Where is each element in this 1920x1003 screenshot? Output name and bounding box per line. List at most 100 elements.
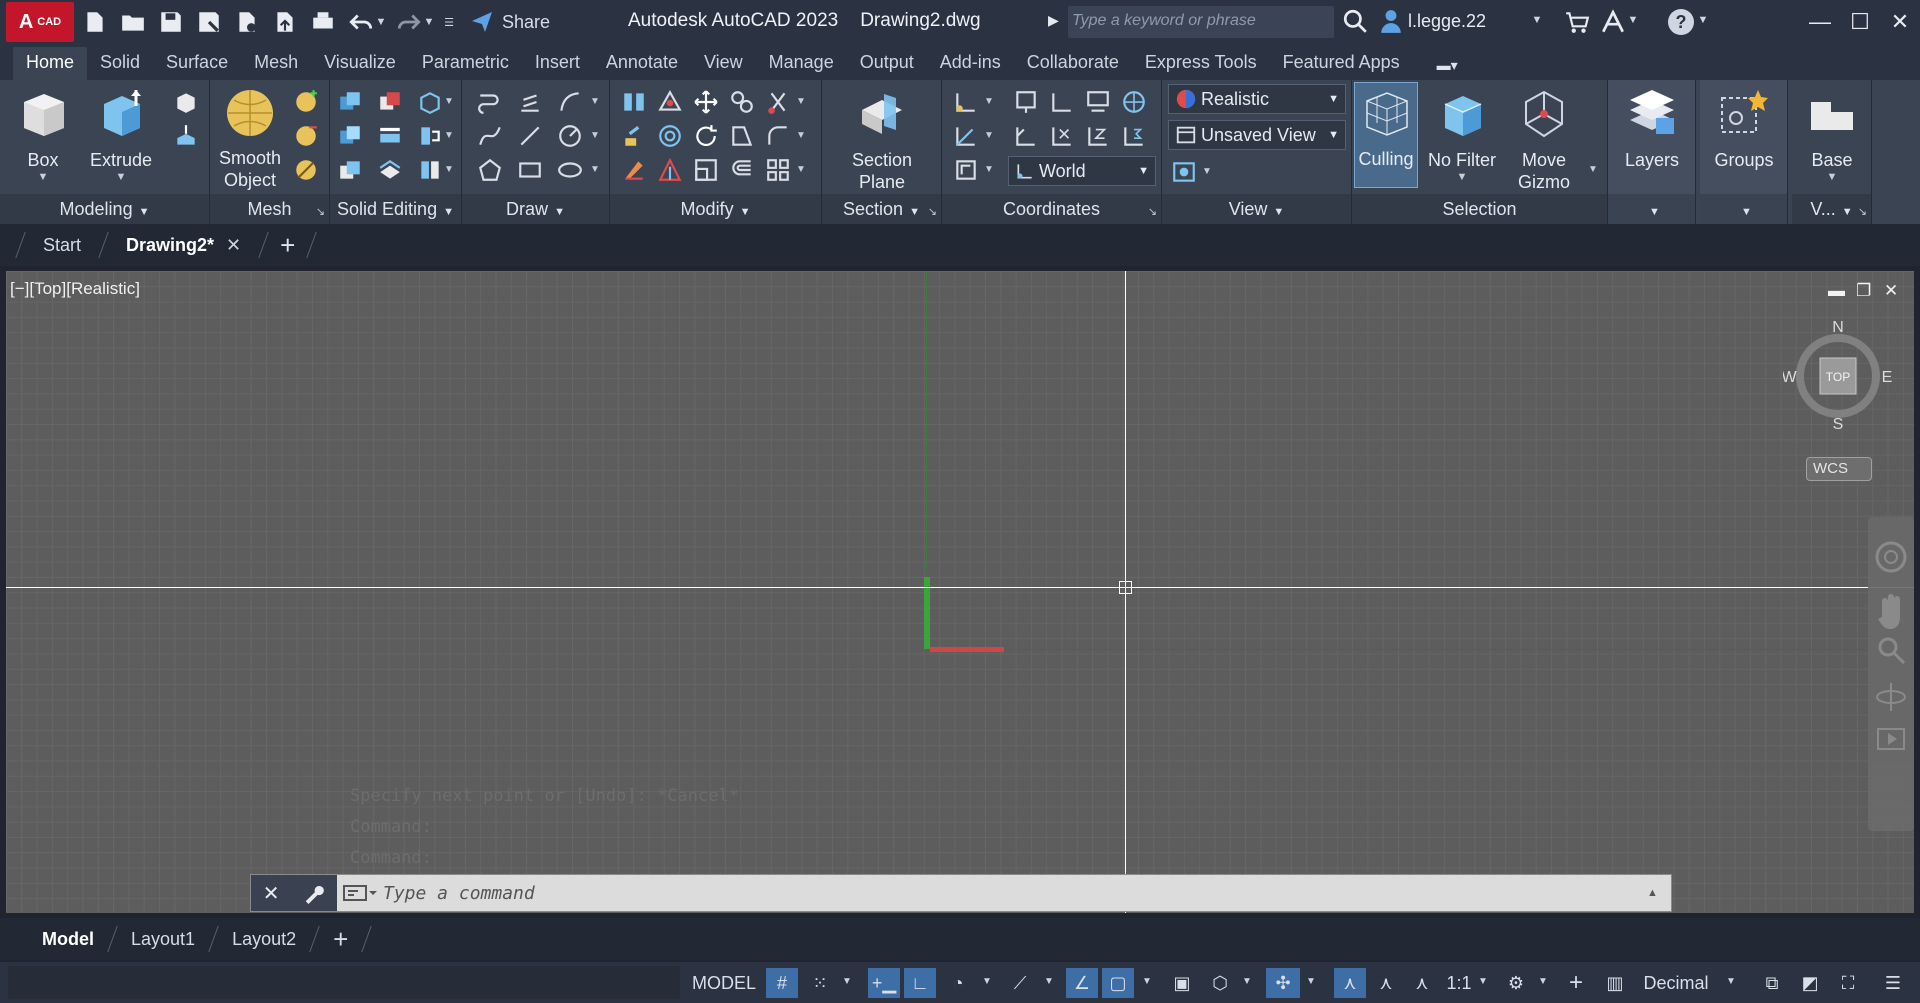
grid-icon[interactable]: # xyxy=(766,968,798,998)
save-web-icon[interactable] xyxy=(268,5,302,39)
gizmo-icon[interactable]: ✣ xyxy=(1266,968,1300,998)
tab-start[interactable]: Start xyxy=(21,224,103,266)
isometric-caret-icon[interactable]: ▼ xyxy=(1044,976,1054,987)
smooth-object-button[interactable]: Smooth Object xyxy=(212,88,288,191)
base-button[interactable]: Base ▼ xyxy=(1796,88,1868,183)
viewport-config-icon[interactable] xyxy=(1170,158,1198,186)
panel-title-modify[interactable]: Modify ▼ xyxy=(610,194,821,224)
move-gizmo-button[interactable]: Move Gizmo xyxy=(1506,88,1582,193)
polyline-icon[interactable] xyxy=(476,88,504,116)
ucs-face-caret-icon[interactable]: ▼ xyxy=(984,164,994,175)
object-snap-tracking-icon[interactable]: ∠ xyxy=(1066,968,1098,998)
culling-button[interactable]: Culling xyxy=(1354,82,1418,188)
panel-title-modeling[interactable]: Modeling ▼ xyxy=(0,194,209,224)
solid-edit-caret-1-icon[interactable]: ▼ xyxy=(444,96,454,107)
smooth-more-icon[interactable] xyxy=(292,88,320,116)
navigation-bar[interactable] xyxy=(1868,517,1914,831)
object-snap-caret-icon[interactable]: ▼ xyxy=(1142,976,1152,987)
tab-annotate[interactable]: Annotate xyxy=(593,47,691,80)
offset-icon[interactable] xyxy=(728,156,756,184)
copy-icon[interactable] xyxy=(728,88,756,116)
command-input[interactable]: Type a command xyxy=(377,883,1647,904)
separate-icon[interactable] xyxy=(416,156,444,184)
tab-manage[interactable]: Manage xyxy=(756,47,847,80)
refine-mesh-icon[interactable] xyxy=(292,156,320,184)
units-icon[interactable]: ▥ xyxy=(1604,968,1626,998)
section-plane-button[interactable]: Section Plane xyxy=(842,88,922,193)
close-tab-icon[interactable]: ✕ xyxy=(226,235,241,256)
close-window-icon[interactable]: ✕ xyxy=(1880,6,1920,38)
infer-constraints-icon[interactable]: +▁ xyxy=(868,968,900,998)
trim-icon[interactable] xyxy=(764,88,792,116)
share-button[interactable]: Share xyxy=(470,10,550,34)
help-caret-icon[interactable]: ▼ xyxy=(1696,14,1710,26)
section-launcher-icon[interactable]: ↘ xyxy=(928,205,937,218)
tab-surface[interactable]: Surface xyxy=(153,47,241,80)
help-icon[interactable]: ? xyxy=(1668,9,1694,35)
ortho-mode-icon[interactable]: ∟ xyxy=(904,968,936,998)
no-filter-caret-icon[interactable]: ▼ xyxy=(1424,171,1500,183)
selection-cycling-caret-icon[interactable]: ▼ xyxy=(1242,976,1252,987)
viewport-close-icon[interactable]: ✕ xyxy=(1884,281,1898,301)
auto-scale-icon[interactable]: ⋏ xyxy=(1370,968,1402,998)
base-caret-icon[interactable]: ▼ xyxy=(1796,171,1868,183)
layers-button[interactable]: Layers xyxy=(1614,88,1690,171)
circle-caret-icon[interactable]: ▼ xyxy=(590,130,600,141)
redo-icon[interactable] xyxy=(392,5,426,39)
thicken-icon[interactable] xyxy=(376,156,404,184)
panel-title-section[interactable]: Section ▼ xyxy=(822,194,941,224)
no-filter-button[interactable]: No Filter ▼ xyxy=(1424,88,1500,183)
orbit-icon[interactable] xyxy=(1876,683,1906,711)
save-as-icon[interactable] xyxy=(192,5,226,39)
box-caret-icon[interactable]: ▼ xyxy=(10,171,76,183)
viewport-config-caret-icon[interactable]: ▼ xyxy=(1202,166,1212,177)
customization-menu-icon[interactable]: ☰ xyxy=(1876,968,1910,998)
ucs-face-icon[interactable] xyxy=(952,156,980,184)
tab-parametric[interactable]: Parametric xyxy=(409,47,522,80)
new-layout-icon[interactable]: + xyxy=(315,924,366,955)
ucs-view-caret-icon[interactable]: ▼ xyxy=(984,130,994,141)
presspull-icon[interactable] xyxy=(172,88,200,116)
user-caret-icon[interactable]: ▼ xyxy=(1530,14,1544,26)
user-name[interactable]: l.legge.22 xyxy=(1408,11,1486,32)
workspace-gear-icon[interactable]: ⚙ xyxy=(1500,968,1532,998)
panel-title-coordinates[interactable]: Coordinates xyxy=(942,194,1161,224)
ribbon-minimize-icon[interactable]: ▬▾ xyxy=(1437,50,1458,80)
recent-commands-icon[interactable] xyxy=(343,883,377,903)
ucs-origin-icon[interactable] xyxy=(1048,88,1076,116)
save-icon[interactable] xyxy=(154,5,188,39)
tab-insert[interactable]: Insert xyxy=(522,47,593,80)
pan-hand-icon[interactable] xyxy=(1878,594,1900,629)
tab-add-ins[interactable]: Add-ins xyxy=(927,47,1014,80)
minimize-window-icon[interactable]: — xyxy=(1800,6,1840,38)
annotation-visibility-icon[interactable]: ⋏ xyxy=(1334,968,1366,998)
ucs-z-icon[interactable] xyxy=(1084,122,1112,150)
ellipse-caret-icon[interactable]: ▼ xyxy=(590,164,600,175)
groups-button[interactable]: Groups xyxy=(1706,88,1782,171)
graphics-performance-icon[interactable]: ◩ xyxy=(1794,968,1826,998)
saved-view-dropdown[interactable]: Unsaved View ▼ xyxy=(1168,120,1346,150)
quick-properties-icon[interactable]: ⧉ xyxy=(1756,968,1788,998)
ucs-world-icon[interactable] xyxy=(1120,88,1148,116)
search-icon[interactable] xyxy=(1342,8,1368,34)
ucs-icon[interactable] xyxy=(952,88,980,116)
ucs-x-icon[interactable] xyxy=(1048,122,1076,150)
panel-title-layers[interactable]: ▼ xyxy=(1608,194,1695,224)
box-button[interactable]: Box ▼ xyxy=(10,88,76,183)
clean-screen-icon[interactable]: ⛶ xyxy=(1832,968,1864,998)
ucs-dropdown[interactable]: World ▼ xyxy=(1008,156,1156,186)
drawing-viewport[interactable]: [−][Top][Realistic] ▬ ❐ ✕ TOP N S E W WC… xyxy=(6,271,1914,913)
ellipse-icon[interactable] xyxy=(556,156,584,184)
slice-icon[interactable] xyxy=(336,156,364,184)
plot-icon[interactable] xyxy=(306,5,340,39)
tab-mesh[interactable]: Mesh xyxy=(241,47,311,80)
tab-drawing2[interactable]: Drawing2* ✕ xyxy=(104,224,263,266)
extrude-button[interactable]: Extrude ▼ xyxy=(86,88,156,183)
search-input[interactable]: Type a keyword or phrase xyxy=(1068,6,1334,38)
extrude-caret-icon[interactable]: ▼ xyxy=(86,171,156,183)
open-folder-icon[interactable] xyxy=(116,5,150,39)
steering-wheel-icon[interactable] xyxy=(1875,541,1907,573)
panel-title-groups[interactable]: ▼ xyxy=(1700,194,1787,224)
smooth-less-icon[interactable] xyxy=(292,122,320,150)
new-drawing-tab-icon[interactable]: + xyxy=(264,230,311,261)
